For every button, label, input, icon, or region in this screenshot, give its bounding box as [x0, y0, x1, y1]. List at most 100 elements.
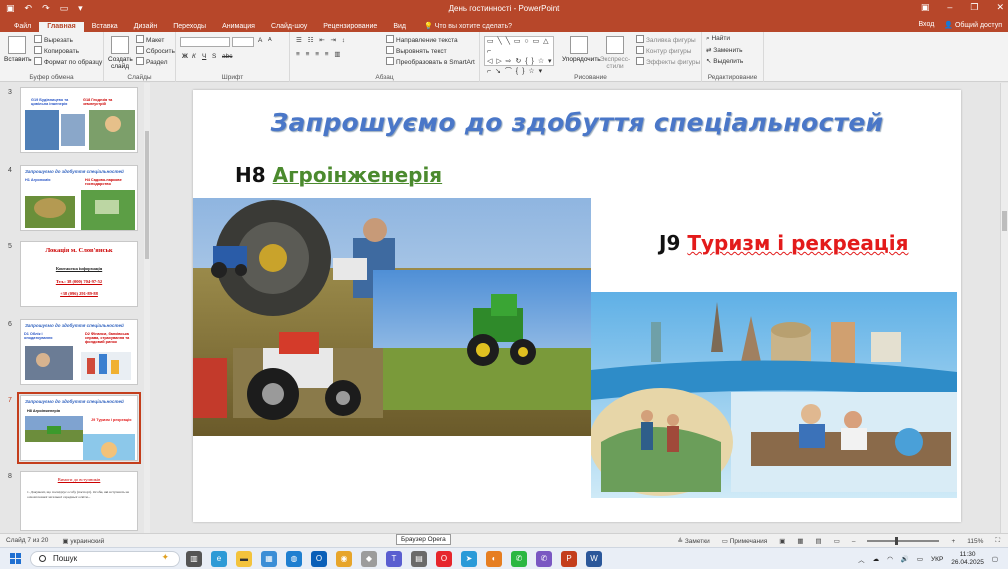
layout-icon — [136, 35, 144, 43]
tab-design[interactable]: Дизайн — [126, 22, 166, 32]
cut-button[interactable]: Вырезать — [34, 35, 73, 44]
tab-review[interactable]: Рецензирование — [315, 22, 385, 32]
bold-button[interactable]: Ж — [182, 53, 188, 60]
shadow-button[interactable]: S — [212, 53, 216, 60]
notifications-icon[interactable]: ▢ — [992, 555, 998, 563]
slide-scrollbar-thumb[interactable] — [1002, 211, 1007, 231]
zoom-level[interactable]: 115% — [967, 538, 983, 545]
replace-button[interactable]: ⇄ Заменить — [706, 46, 742, 54]
slideshow-view-icon[interactable]: ▭ — [834, 537, 840, 545]
teams-icon[interactable]: T — [386, 551, 402, 567]
telegram-icon[interactable]: ➤ — [461, 551, 477, 567]
task-view-icon[interactable]: ▥ — [186, 551, 202, 567]
underline-button[interactable]: Ч — [202, 53, 206, 60]
store-icon[interactable]: ▦ — [261, 551, 277, 567]
format-painter-button[interactable]: Формат по образцу — [34, 57, 102, 66]
notes-button[interactable]: ≜ Заметки — [678, 537, 710, 545]
language-indicator[interactable]: ▣ украинский — [62, 537, 104, 545]
share-button[interactable]: 👤 Общий доступ — [944, 21, 1002, 29]
zoom-out-button[interactable]: – — [852, 538, 856, 545]
quick-styles-button[interactable]: Экспресс-стили — [598, 36, 632, 70]
tell-me-input[interactable]: 💡 Что вы хотите сделать? — [424, 22, 512, 32]
slide-scrollbar[interactable] — [1000, 83, 1008, 533]
specialty-j9[interactable]: J9 Туризм і рекреація — [659, 231, 908, 255]
shapes-gallery[interactable]: ▭ ╲ ╲ ▭ ○ ▭ △ ⌐ ◁ ▷ ⇨ ↻ { } ☆ ▾ ⌐ ↘ ⌒ { } … — [484, 36, 554, 75]
signin-link[interactable]: Вход — [918, 21, 934, 29]
volume-icon[interactable]: 🔊 — [901, 555, 909, 563]
tab-home[interactable]: Главная — [39, 22, 84, 32]
layout-button[interactable]: Макет — [136, 35, 164, 44]
word-icon[interactable]: W — [586, 551, 602, 567]
tab-transitions[interactable]: Переходы — [165, 22, 214, 32]
specialty-h8[interactable]: H8 Агроінженерія — [235, 163, 442, 187]
tab-view[interactable]: Вид — [385, 22, 414, 32]
text-direction-icon — [386, 35, 394, 43]
thumbnail-scrollbar[interactable] — [144, 83, 150, 533]
edge-icon[interactable]: e — [211, 551, 227, 567]
taskbar-search-input[interactable]: Пошук ✦ — [30, 551, 180, 567]
align-buttons[interactable]: ≡ ≡ ≡ ≡ ▥ — [296, 50, 343, 58]
select-button[interactable]: ↖ Выделить — [706, 57, 743, 65]
agro-collage-image[interactable] — [193, 198, 591, 436]
clock[interactable]: 11:30 26.04.2025 — [951, 551, 984, 567]
zoom-slider[interactable] — [867, 537, 940, 545]
powerpoint-icon[interactable]: P — [561, 551, 577, 567]
fit-slide-icon[interactable]: ⛶ — [995, 537, 1000, 545]
grow-font-button[interactable]: A — [258, 37, 262, 44]
viber-icon[interactable]: ✆ — [536, 551, 552, 567]
tourism-collage-image[interactable] — [591, 292, 957, 498]
font-size-combo[interactable] — [232, 37, 254, 47]
onedrive-icon[interactable]: ☁ — [873, 555, 880, 563]
input-language[interactable]: УКР — [931, 556, 943, 563]
maximize-icon[interactable]: ❐ — [970, 2, 978, 13]
italic-button[interactable]: К — [192, 53, 196, 60]
ribbon-display-icon[interactable]: ▣ — [921, 2, 930, 13]
smartart-button[interactable]: Преобразовать в SmartArt — [386, 57, 475, 66]
shape-outline-button[interactable]: Контур фигуры — [636, 46, 691, 55]
comments-button[interactable]: ▭ Примечания — [722, 537, 767, 545]
firefox-icon[interactable]: ◐ — [486, 551, 502, 567]
font-name-combo[interactable] — [180, 37, 230, 47]
new-slide-button[interactable]: Создать слайд — [108, 36, 133, 70]
battery-icon[interactable]: ▭ — [917, 555, 923, 563]
start-button[interactable] — [10, 553, 21, 564]
tray-chevron-icon[interactable]: ︿ — [858, 554, 865, 564]
zoom-in-button[interactable]: + — [951, 538, 955, 545]
copy-icon — [34, 46, 42, 54]
tab-file[interactable]: Файл — [6, 22, 39, 32]
slide-canvas[interactable]: Запрошуємо до здобуття спеціальностей H8… — [193, 90, 961, 522]
app-icon[interactable]: ◆ — [361, 551, 377, 567]
wifi-icon[interactable]: ◠ — [887, 555, 893, 563]
whatsapp-icon[interactable]: ✆ — [511, 551, 527, 567]
normal-view-icon[interactable]: ▣ — [779, 537, 785, 545]
reset-button[interactable]: Сбросить — [136, 46, 175, 55]
slide-sorter-icon[interactable]: ▦ — [797, 537, 803, 545]
opera-icon[interactable]: O — [436, 551, 452, 567]
calculator-icon[interactable]: ▤ — [411, 551, 427, 567]
tab-insert[interactable]: Вставка — [84, 22, 126, 32]
slide-title[interactable]: Запрошуємо до здобуття спеціальностей — [193, 108, 961, 137]
chrome-icon[interactable]: ◉ — [336, 551, 352, 567]
edge-browser-icon[interactable]: ◍ — [286, 551, 302, 567]
shrink-font-button[interactable]: A — [268, 37, 272, 43]
align-text-button[interactable]: Выровнять текст — [386, 46, 447, 55]
file-explorer-icon[interactable]: ▬ — [236, 551, 252, 567]
list-buttons[interactable]: ☰ ☷ ⇤ ⇥ ↕ — [296, 36, 347, 44]
section-button[interactable]: Раздел — [136, 57, 167, 66]
copy-button[interactable]: Копировать — [34, 46, 79, 55]
tab-slideshow[interactable]: Слайд-шоу — [263, 22, 315, 32]
outlook-icon[interactable]: O — [311, 551, 327, 567]
minimize-icon[interactable]: – — [947, 2, 952, 13]
paste-button[interactable]: Вставить — [4, 36, 32, 63]
arrange-button[interactable]: Упорядочить — [562, 36, 601, 63]
strikethrough-button[interactable]: abc — [222, 53, 232, 60]
tab-animations[interactable]: Анимация — [214, 22, 263, 32]
shape-effects-button[interactable]: Эффекты фигуры — [636, 57, 700, 66]
find-button[interactable]: ⌕ Найти — [706, 35, 730, 43]
specialty-h8-name: Агроінженерія — [272, 163, 443, 187]
reading-view-icon[interactable]: ▤ — [816, 537, 822, 545]
thumbnail-scrollbar-thumb[interactable] — [145, 131, 149, 259]
text-direction-button[interactable]: Направление текста — [386, 35, 458, 44]
close-icon[interactable]: ✕ — [996, 2, 1004, 13]
shape-fill-button[interactable]: Заливка фигуры — [636, 35, 696, 44]
